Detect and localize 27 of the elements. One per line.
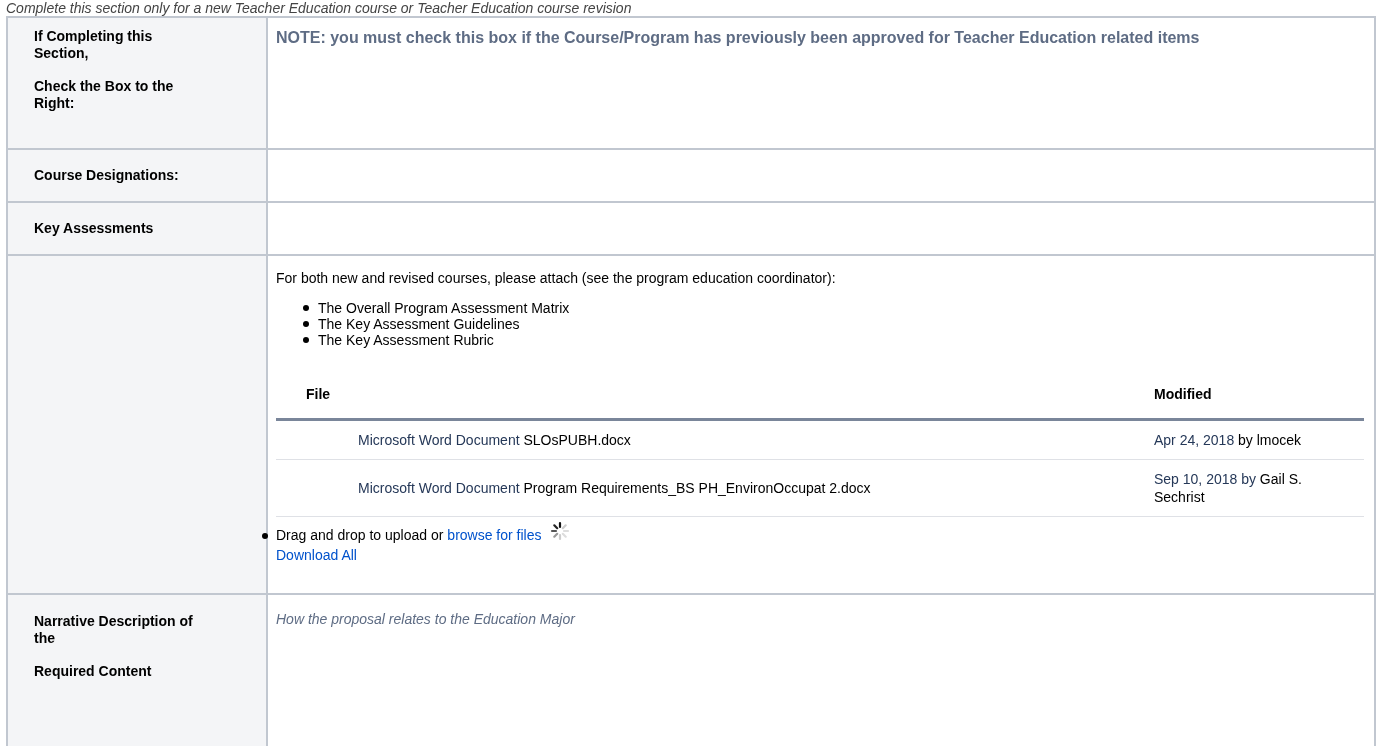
modified-info: Sep 10, 2018 by Gail S. Sechrist bbox=[1154, 471, 1302, 505]
list-item: The Key Assessment Guidelines bbox=[318, 316, 520, 332]
bullet-icon bbox=[262, 533, 268, 539]
list-item: The Key Assessment Rubric bbox=[318, 332, 494, 348]
row-label: Key Assessments bbox=[34, 220, 155, 237]
attachment-instructions: For both new and revised courses, please attach (see the program education coordinator): bbox=[276, 270, 837, 286]
bullet-icon bbox=[303, 305, 309, 311]
row-label: Check the Box to the Right: bbox=[34, 78, 175, 112]
bullet-icon bbox=[303, 321, 309, 327]
note-text: NOTE: you must check this box if the Course/Program has previously been approved for Teacher Education related items bbox=[276, 28, 1201, 48]
row-label: Narrative Description of the bbox=[34, 613, 194, 647]
row-label: Required Content bbox=[34, 663, 153, 680]
loading-spinner-icon bbox=[549, 521, 570, 541]
list-item: The Overall Program Assessment Matrix bbox=[318, 300, 570, 316]
file-entry[interactable]: Microsoft Word Document SLOsPUBH.docx bbox=[358, 432, 631, 448]
file-entry[interactable]: Microsoft Word Document Program Requirements_BS PH_EnvironOccupat 2.docx bbox=[358, 480, 871, 496]
modified-info: Apr 24, 2018 by lmocek bbox=[1154, 432, 1302, 448]
upload-text: Drag and drop to upload or bbox=[276, 526, 444, 545]
download-all-link[interactable]: Download All bbox=[276, 547, 357, 563]
column-header: File bbox=[306, 386, 331, 402]
placeholder-text: How the proposal relates to the Education Major bbox=[276, 610, 577, 629]
bullet-icon bbox=[303, 337, 309, 343]
browse-link[interactable]: browse for files bbox=[447, 525, 542, 545]
column-header: Modified bbox=[1154, 386, 1212, 402]
row-label: Course Designations: bbox=[34, 167, 180, 184]
section-instruction: Complete this section only for a new Teacher Education course or Teacher Education course revision bbox=[6, 0, 633, 16]
row-label: If Completing this Section, bbox=[34, 28, 154, 62]
